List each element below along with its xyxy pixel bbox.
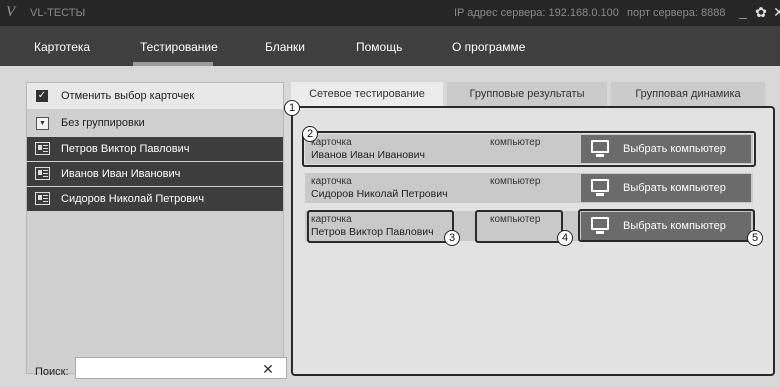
choose-computer-label: Выбрать компьютер xyxy=(623,182,726,194)
callout-number: 5 xyxy=(747,230,763,246)
person-list-item[interactable]: Сидоров Николай Петрович xyxy=(27,187,283,211)
server-ip: IP адрес сервера: 192.168.0.100 xyxy=(454,7,619,19)
computer-label: компьютер xyxy=(490,176,541,187)
monitor-icon xyxy=(591,179,609,196)
card-icon xyxy=(35,192,50,205)
cancel-selection-checkbox[interactable]: ✓ xyxy=(36,90,48,102)
callout-outline-button xyxy=(578,209,755,242)
search-bar: Поиск: ✕ xyxy=(27,357,287,379)
title-bar: V VL-ТЕСТЫ IP адрес сервера: 192.168.0.1… xyxy=(0,0,780,26)
chevron-down-icon[interactable]: ▼ xyxy=(36,117,49,130)
tab-bar: Сетевое тестирование Групповые результат… xyxy=(291,82,765,106)
person-name: Иванов Иван Иванович xyxy=(61,168,181,180)
person-list-item[interactable]: Петров Виктор Павлович xyxy=(27,137,283,161)
network-testing-panel: карточка Иванов Иван Иванович компьютер … xyxy=(291,106,775,376)
callout-number: 2 xyxy=(302,126,318,142)
app-title: VL-ТЕСТЫ xyxy=(30,7,86,19)
search-input[interactable] xyxy=(75,357,287,379)
callout-number: 1 xyxy=(284,100,300,116)
menu-item-blanki[interactable]: Бланки xyxy=(265,40,305,54)
app-window: V VL-ТЕСТЫ IP адрес сервера: 192.168.0.1… xyxy=(0,0,780,387)
search-label: Поиск: xyxy=(35,366,69,378)
assignment-row: карточка Сидоров Николай Петрович компью… xyxy=(305,173,753,203)
main-menu: Картотека Тестирование Бланки Помощь О п… xyxy=(0,26,780,66)
tab-group-results[interactable]: Групповые результаты xyxy=(447,82,607,106)
logo-icon: V xyxy=(6,4,16,20)
cancel-selection-row[interactable]: ✓ Отменить выбор карточек xyxy=(27,83,283,109)
grouping-label: Без группировки xyxy=(61,117,145,129)
menu-item-testirovanie[interactable]: Тестирование xyxy=(140,40,218,54)
cancel-selection-label: Отменить выбор карточек xyxy=(61,90,195,102)
card-list-panel: ✓ Отменить выбор карточек ▼ Без группиро… xyxy=(26,82,287,379)
close-icon[interactable]: ✕ xyxy=(770,3,780,21)
content-area: ✓ Отменить выбор карточек ▼ Без группиро… xyxy=(0,66,780,387)
callout-number: 4 xyxy=(557,230,573,246)
gear-icon[interactable]: ✿ xyxy=(752,3,770,21)
menu-item-pomosch[interactable]: Помощь xyxy=(356,40,402,54)
tab-network-testing[interactable]: Сетевое тестирование xyxy=(291,82,443,106)
menu-item-kartoteka[interactable]: Картотека xyxy=(34,40,90,54)
server-port: порт сервера: 8888 xyxy=(627,7,726,19)
card-icon xyxy=(35,167,50,180)
card-name: Сидоров Николай Петрович xyxy=(311,188,448,200)
choose-computer-button[interactable]: Выбрать компьютер xyxy=(581,174,751,202)
person-name: Петров Виктор Павлович xyxy=(61,143,190,155)
callout-number: 3 xyxy=(444,230,460,246)
callout-outline-computer xyxy=(475,210,563,243)
person-list-item[interactable]: Иванов Иван Иванович xyxy=(27,162,283,186)
clear-search-icon[interactable]: ✕ xyxy=(259,361,277,379)
tab-group-dynamics[interactable]: Групповая динамика xyxy=(611,82,765,106)
card-icon xyxy=(35,142,50,155)
card-label: карточка xyxy=(311,176,352,187)
grouping-select[interactable]: ▼ Без группировки xyxy=(27,111,283,135)
minimize-icon[interactable]: _ xyxy=(734,3,752,21)
callout-outline-row xyxy=(302,131,756,167)
callout-outline-card xyxy=(307,210,454,243)
person-name: Сидоров Николай Петрович xyxy=(61,193,205,205)
menu-item-o-programme[interactable]: О программе xyxy=(452,40,525,54)
